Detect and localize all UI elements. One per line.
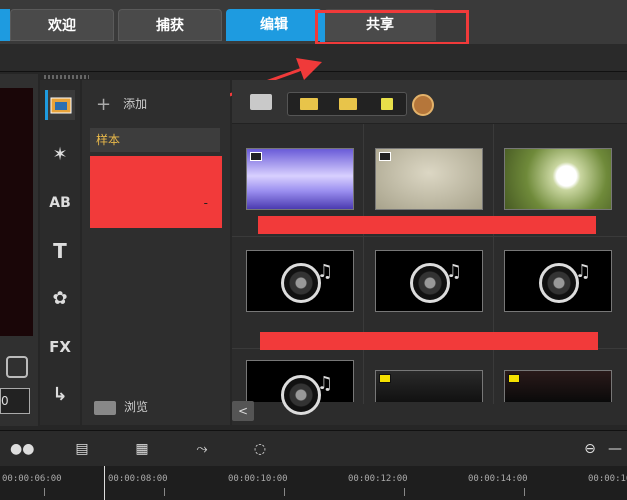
preview-video — [0, 88, 33, 336]
plus-icon: + — [96, 94, 112, 115]
speaker-icon — [539, 263, 579, 303]
preview-counter-value: 0 — [1, 394, 9, 408]
ruler-tick — [404, 488, 405, 496]
grid-divider — [363, 124, 364, 404]
browse-label: 浏览 — [124, 400, 149, 414]
music-note-icon: ♫ — [317, 261, 334, 282]
media-library-icon[interactable] — [45, 90, 75, 120]
path-motion-icon-glyph: ↳ — [52, 384, 68, 405]
path-icon[interactable]: ◌ — [248, 439, 272, 459]
fx-filter-icon[interactable]: FX — [45, 332, 75, 362]
ruler-tick — [284, 488, 285, 496]
title-ab-icon[interactable]: AB — [45, 188, 75, 218]
graphics-flower-icon-glyph: ✿ — [52, 288, 68, 309]
folder-icon[interactable] — [250, 94, 272, 110]
path-motion-icon[interactable]: ↳ — [45, 380, 75, 410]
library-item-sample[interactable]: 样本 — [90, 128, 220, 152]
speaker-icon — [281, 375, 321, 415]
preview-panel: 0 — [0, 74, 38, 426]
fx-filter-icon-glyph: FX — [49, 338, 71, 356]
graphics-flower-icon[interactable]: ✿ — [45, 284, 75, 314]
timeline-toolbar: ●● ▤ ▦ ⤳ ◌ ⊖ — — [0, 430, 627, 466]
ruler-tick-label: 00:00:16 — [588, 474, 627, 484]
media-thumbnail[interactable] — [504, 370, 612, 402]
ruler-tick — [524, 488, 525, 496]
music-note-icon: ♫ — [317, 373, 334, 394]
media-filter-group — [287, 92, 407, 116]
grid-divider — [493, 124, 494, 404]
motion-tracking-icon[interactable]: ⤳ — [190, 439, 214, 459]
text-t-icon-glyph: T — [53, 239, 67, 263]
video-filter-icon[interactable] — [291, 95, 327, 113]
video-badge-icon — [379, 152, 391, 161]
browse-button[interactable]: 浏览 — [94, 398, 148, 415]
title-ab-icon-glyph: AB — [49, 195, 71, 211]
ruler-tick-label: 00:00:08:00 — [108, 474, 168, 484]
grid-divider — [232, 236, 627, 237]
preview-counter[interactable]: 0 — [0, 388, 30, 414]
media-thumbnail[interactable]: ♫ — [246, 250, 354, 312]
transition-icon[interactable]: ✶ — [45, 140, 75, 170]
add-library-label: 添加 — [123, 97, 148, 111]
tool-column: ✶ AB T ✿ FX ↳ — [40, 75, 89, 425]
subtitle-editor-icon[interactable]: ▤ — [70, 439, 94, 459]
track-manager-icon[interactable]: ●● — [10, 439, 34, 459]
library-panel: + 添加 样本 - 浏览 — [82, 80, 230, 425]
redacted-region — [260, 332, 598, 350]
media-toolbar — [232, 80, 627, 124]
timeline-ruler[interactable]: 00:00:06:00 00:00:08:00 00:00:10:00 00:0… — [0, 466, 627, 500]
redacted-region: - — [90, 156, 222, 228]
multicam-icon[interactable]: ▦ — [130, 439, 154, 459]
audio-filter-icon[interactable] — [369, 95, 405, 113]
ruler-tick-label: 00:00:10:00 — [228, 474, 288, 484]
app-window: 欢迎 捕获 编辑 共享 0 ✶ AB T ✿ FX ↳ + 添加 样本 - 浏览… — [0, 0, 627, 500]
scroll-left-glyph: < — [237, 404, 249, 418]
text-t-icon[interactable]: T — [45, 236, 75, 266]
ruler-tick — [164, 488, 165, 496]
ruler-tick-label: 00:00:14:00 — [468, 474, 528, 484]
media-thumbnail[interactable]: ♫ — [504, 250, 612, 312]
panel-grip[interactable] — [44, 75, 89, 79]
sort-options-icon[interactable] — [412, 94, 434, 116]
speaker-icon — [410, 263, 450, 303]
media-thumbnail[interactable] — [246, 148, 354, 210]
media-thumbnail[interactable] — [375, 370, 483, 402]
media-thumbnail[interactable]: ♫ — [375, 250, 483, 312]
ruler-tick — [44, 488, 45, 496]
video-badge-icon — [508, 374, 520, 383]
media-thumbnail[interactable] — [504, 148, 612, 210]
transition-icon-glyph: ✶ — [52, 144, 68, 165]
zoom-out-icon[interactable]: ⊖ — [578, 439, 602, 459]
library-item-sample-label: 样本 — [96, 133, 121, 147]
scroll-left-button[interactable]: < — [232, 401, 254, 421]
redacted-region — [258, 216, 596, 234]
media-thumbnail[interactable]: ♫ — [246, 360, 354, 415]
ruler-tick-label: 00:00:12:00 — [348, 474, 408, 484]
add-library-button[interactable]: + 添加 — [96, 94, 147, 115]
speaker-icon — [281, 263, 321, 303]
media-thumbnail[interactable] — [375, 148, 483, 210]
music-note-icon: ♫ — [446, 261, 463, 282]
photo-filter-icon[interactable] — [330, 95, 366, 113]
music-note-icon: ♫ — [575, 261, 592, 282]
preview-copy-icon[interactable] — [6, 356, 28, 378]
media-panel: ♫ ♫ ♫ ♫ < — [232, 80, 627, 425]
zoom-slider[interactable]: — — [603, 439, 627, 459]
playhead[interactable] — [104, 466, 105, 500]
ruler-tick-label: 00:00:06:00 — [2, 474, 62, 484]
video-badge-icon — [379, 374, 391, 383]
browse-icon — [94, 400, 116, 415]
video-badge-icon — [250, 152, 262, 161]
